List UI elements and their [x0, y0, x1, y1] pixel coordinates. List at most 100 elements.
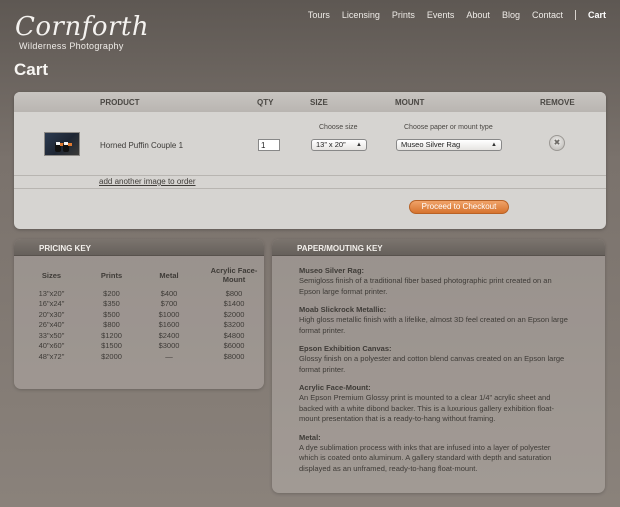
mount-select-value: Museo Silver Rag	[401, 140, 461, 149]
table-row: 20"x30" $500 $1000 $2000	[14, 309, 264, 320]
select-arrows-icon: ▲︎	[491, 142, 497, 148]
key-item: Museo Silver Rag: Semigloss finish of a …	[299, 266, 569, 297]
pricing-table: Sizes Prints Metal Acrylic Face-Mount 13…	[14, 266, 264, 362]
page-title: Cart	[14, 60, 49, 79]
mount-label: Choose paper or mount type	[404, 124, 493, 131]
divider	[14, 188, 606, 189]
size-cell: 20"x30"	[38, 309, 65, 319]
key-item-title: Epson Exhibition Canvas:	[299, 344, 392, 353]
nav-about[interactable]: About	[466, 10, 490, 20]
proceed-to-checkout-button[interactable]: Proceed to Checkout	[409, 200, 509, 214]
metal-price-cell: $1600	[158, 320, 180, 330]
size-cell: 13"x20"	[38, 288, 65, 298]
print-price-cell: $2000	[101, 351, 122, 361]
logo-subtitle: Wilderness Photography	[19, 41, 124, 51]
print-price-cell: $350	[103, 299, 120, 309]
nav-prints[interactable]: Prints	[392, 10, 415, 20]
select-arrows-icon: ▲︎	[356, 142, 362, 148]
metal-price-cell: $1000	[158, 309, 180, 319]
size-label: Choose size	[319, 124, 358, 131]
acrylic-price-cell: $1400	[223, 299, 245, 309]
nav-licensing[interactable]: Licensing	[342, 10, 380, 20]
table-row: 40"x60" $1500 $3000 $6000	[14, 341, 264, 352]
table-row: 48"x72" $2000 — $8000	[14, 351, 264, 362]
acrylic-price-cell: $6000	[223, 341, 245, 351]
pricing-key-title: PRICING KEY	[14, 239, 264, 256]
product-name: Horned Puffin Couple 1	[100, 141, 184, 150]
size-cell: 26"x40"	[38, 320, 65, 330]
nav-blog[interactable]: Blog	[502, 10, 520, 20]
table-row: 26"x40" $800 $1600 $3200	[14, 320, 264, 331]
quantity-input[interactable]	[258, 139, 280, 151]
metal-price-cell: —	[165, 351, 173, 361]
acrylic-price-cell: $3200	[223, 320, 245, 330]
puffin-beak-shape	[68, 143, 72, 146]
table-row: 33"x50" $1200 $2400 $4800	[14, 330, 264, 341]
header-product: PRODUCT	[100, 98, 140, 107]
column-header: Prints	[100, 271, 123, 280]
metal-price-cell: $700	[160, 299, 178, 309]
mount-select[interactable]: Museo Silver Rag ▲︎	[396, 139, 502, 151]
metal-price-cell: $400	[160, 288, 178, 298]
nav-contact[interactable]: Contact	[532, 10, 563, 20]
pricing-key-panel: PRICING KEY Sizes Prints Metal Acrylic F…	[14, 239, 264, 389]
size-select[interactable]: 13” x 20” ▲︎	[311, 139, 367, 151]
cart-panel: PRODUCT QTY SIZE MOUNT REMOVE Horned Puf…	[14, 92, 606, 229]
print-price-cell: $500	[103, 309, 120, 319]
table-row: 16"x24" $350 $700 $1400	[14, 299, 264, 310]
paper-key-body: Museo Silver Rag: Semigloss finish of a …	[272, 256, 605, 474]
column-header: Sizes	[41, 271, 62, 280]
key-item-description: Semigloss finish of a traditional fiber …	[299, 276, 552, 296]
logo-script-text: Cornforth	[15, 12, 150, 42]
key-item: Moab Slickrock Metallic: High gloss meta…	[299, 305, 569, 336]
header-size: SIZE	[310, 98, 328, 107]
key-item-description: An Epson Premium Glossy print is mounted…	[299, 393, 554, 423]
key-item-title: Acrylic Face-Mount:	[299, 383, 371, 392]
nav-events[interactable]: Events	[427, 10, 455, 20]
acrylic-price-cell: $2000	[223, 309, 245, 319]
nav-divider	[574, 10, 576, 20]
table-row: 13"x20" $200 $400 $800	[14, 288, 264, 299]
remove-item-button[interactable]: ✖︎	[549, 135, 565, 151]
column-header: Acrylic Face-Mount	[210, 266, 258, 284]
site-logo[interactable]: Cornforth Wilderness Photography	[15, 14, 149, 51]
cart-item-row: Horned Puffin Couple 1 Choose size 13” x…	[14, 112, 606, 176]
nav-cart[interactable]: Cart	[588, 10, 606, 20]
size-cell: 48"x72"	[38, 351, 65, 361]
metal-price-cell: $2400	[158, 330, 180, 340]
key-item: Metal: A dye sublimation process with in…	[299, 433, 569, 475]
header-mount: MOUNT	[395, 98, 425, 107]
header-qty: QTY	[257, 98, 274, 107]
key-item-description: A dye sublimation process with inks that…	[299, 442, 552, 473]
key-item-title: Museo Silver Rag:	[299, 266, 365, 275]
product-thumbnail[interactable]	[44, 132, 80, 156]
cart-table-header: PRODUCT QTY SIZE MOUNT REMOVE	[14, 92, 606, 112]
key-item-title: Metal:	[299, 432, 321, 442]
column-header: Metal	[159, 271, 179, 280]
key-item-description: High gloss metallic finish with a lifeli…	[299, 315, 568, 335]
paper-mounting-key-panel: PAPER/MOUTING KEY Museo Silver Rag: Semi…	[272, 239, 605, 493]
acrylic-price-cell: $4800	[223, 330, 245, 340]
paper-key-title: PAPER/MOUTING KEY	[272, 239, 605, 256]
header-remove: REMOVE	[540, 98, 575, 107]
key-item-description: Glossy finish on a polyester and cotton …	[299, 354, 565, 374]
add-another-image-link[interactable]: add another image to order	[99, 177, 196, 186]
nav-tours[interactable]: Tours	[308, 10, 330, 20]
size-select-value: 13” x 20”	[316, 140, 346, 149]
key-item-title: Moab Slickrock Metallic:	[299, 305, 387, 314]
acrylic-price-cell: $8000	[223, 351, 245, 361]
print-price-cell: $1200	[101, 330, 122, 340]
pricing-header-row: Sizes Prints Metal Acrylic Face-Mount	[14, 266, 264, 288]
size-cell: 16"x24"	[38, 299, 65, 309]
print-price-cell: $200	[103, 288, 120, 298]
size-cell: 33"x50"	[38, 330, 65, 340]
key-item: Acrylic Face-Mount: An Epson Premium Glo…	[299, 383, 569, 425]
key-item: Epson Exhibition Canvas: Glossy finish o…	[299, 344, 569, 375]
main-nav: Tours Licensing Prints Events About Blog…	[296, 10, 606, 20]
metal-price-cell: $3000	[158, 341, 180, 351]
close-icon: ✖︎	[553, 138, 561, 147]
print-price-cell: $1500	[101, 341, 122, 351]
size-cell: 40"x60"	[38, 341, 65, 351]
print-price-cell: $800	[103, 320, 120, 330]
acrylic-price-cell: $800	[225, 288, 243, 298]
